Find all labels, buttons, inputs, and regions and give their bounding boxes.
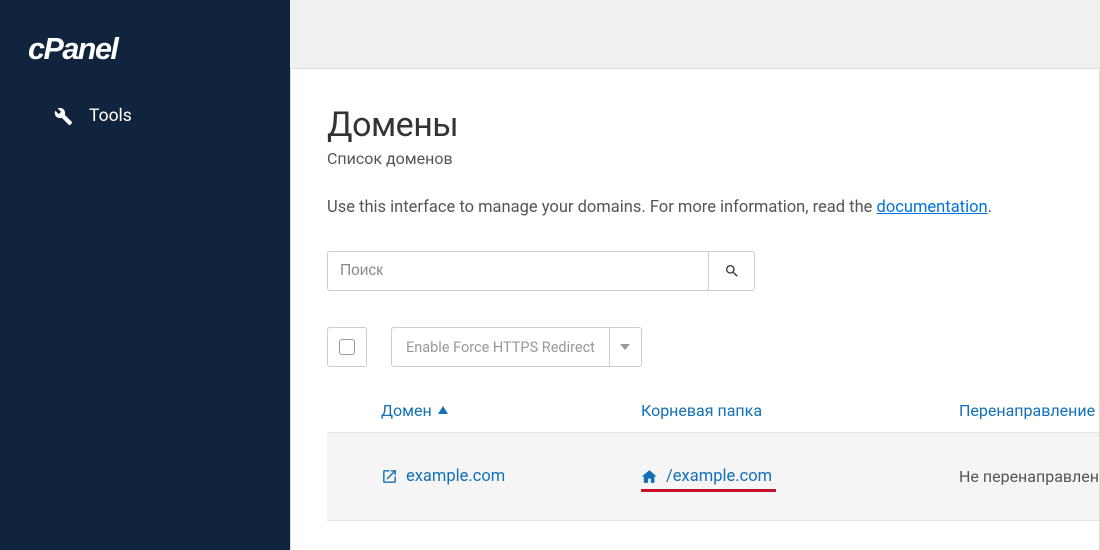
page-subtitle: Список доменов [327, 149, 1099, 168]
description-text: Use this interface to manage your domain… [327, 198, 877, 217]
column-header-label: Корневая папка [641, 401, 762, 420]
table-row: example.com /example.com Не перенаправле… [327, 433, 1099, 521]
table-header: Домен Корневая папка Перенаправление [327, 393, 1099, 433]
chevron-down-icon [620, 342, 630, 352]
main-content: Домены Список доменов Use this interface… [290, 0, 1100, 550]
tools-icon [54, 107, 73, 126]
toolbar: Enable Force HTTPS Redirect [327, 327, 1099, 367]
svg-text:cPanel: cPanel [28, 32, 119, 66]
column-header-label: Домен [381, 401, 432, 420]
highlight-underline [641, 489, 776, 492]
force-https-button-group: Enable Force HTTPS Redirect [391, 327, 642, 367]
column-header-root[interactable]: Корневая папка [641, 401, 959, 420]
search-input[interactable] [327, 251, 709, 291]
home-icon [641, 468, 658, 485]
sidebar-item-tools[interactable]: Tools [0, 92, 290, 140]
redirect-cell: Не перенаправлен [959, 467, 1099, 486]
sidebar: cPanel Tools [0, 0, 290, 550]
root-link[interactable]: /example.com [641, 467, 772, 486]
checkbox-icon [339, 339, 355, 355]
select-all-checkbox[interactable] [327, 327, 367, 367]
domains-table: Домен Корневая папка Перенаправление exa… [327, 393, 1099, 521]
page-title: Домены [327, 105, 1099, 145]
cpanel-logo-icon: cPanel [28, 28, 173, 70]
column-header-label: Перенаправление [959, 401, 1095, 420]
content-panel: Домены Список доменов Use this interface… [290, 68, 1100, 550]
search-bar [327, 251, 1099, 291]
sidebar-item-label: Tools [89, 106, 132, 126]
sort-asc-icon [438, 406, 448, 416]
domain-cell: example.com [381, 467, 641, 486]
search-icon [724, 263, 740, 279]
description-suffix: . [988, 198, 992, 217]
column-header-redirect[interactable]: Перенаправление [959, 401, 1099, 420]
force-https-dropdown[interactable] [610, 327, 642, 367]
force-https-button[interactable]: Enable Force HTTPS Redirect [391, 327, 610, 367]
brand-logo: cPanel [0, 28, 290, 92]
column-header-domain[interactable]: Домен [381, 401, 641, 420]
documentation-link[interactable]: documentation [877, 198, 988, 217]
domain-link[interactable]: example.com [381, 467, 505, 486]
page-description: Use this interface to manage your domain… [327, 198, 1099, 217]
root-path: /example.com [666, 467, 772, 486]
root-cell: /example.com [641, 467, 959, 486]
redirect-status: Не перенаправлен [959, 467, 1099, 486]
search-button[interactable] [709, 251, 755, 291]
external-link-icon [381, 468, 398, 485]
domain-name: example.com [406, 467, 505, 486]
